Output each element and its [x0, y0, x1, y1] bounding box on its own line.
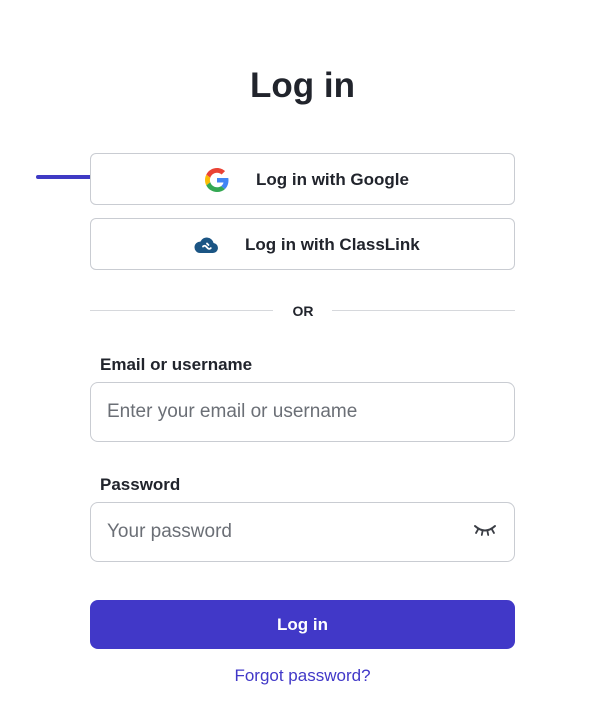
- divider-or-text: OR: [292, 303, 314, 319]
- classlink-login-label: Log in with ClassLink: [245, 235, 420, 254]
- google-icon: [205, 168, 229, 192]
- password-label: Password: [100, 475, 181, 494]
- eye-closed-icon[interactable]: [472, 521, 498, 539]
- password-input[interactable]: [90, 502, 515, 562]
- google-login-label: Log in with Google: [256, 170, 409, 189]
- classlink-login-button[interactable]: Log in with ClassLink: [90, 218, 515, 270]
- classlink-icon: [194, 233, 218, 257]
- divider-right: [332, 310, 515, 311]
- divider-left: [90, 310, 273, 311]
- page-title: Log in: [250, 66, 355, 105]
- login-submit-button[interactable]: Log in: [90, 600, 515, 649]
- email-input[interactable]: [90, 382, 515, 442]
- google-login-button[interactable]: Log in with Google: [90, 153, 515, 205]
- email-label: Email or username: [100, 355, 253, 374]
- forgot-password-link[interactable]: Forgot password?: [0, 666, 595, 686]
